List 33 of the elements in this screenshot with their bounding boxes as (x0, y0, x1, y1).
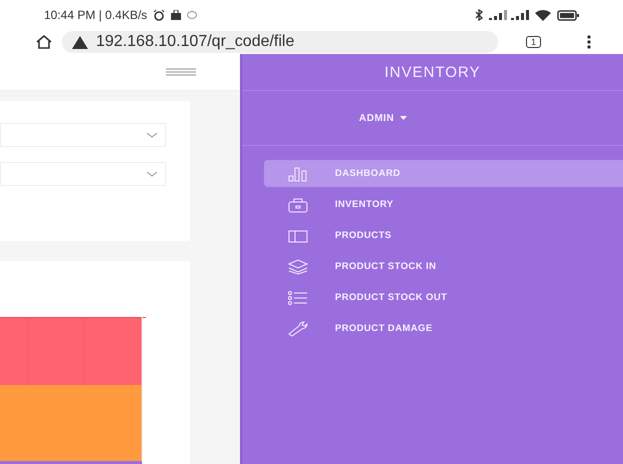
wrench-icon (287, 320, 309, 336)
layers-icon (287, 258, 309, 274)
box-icon (287, 228, 309, 244)
chevron-icon (147, 132, 157, 138)
address-bar[interactable]: 192.168.10.107/qr_code/file (62, 31, 498, 53)
list-icon (287, 290, 309, 306)
caret-icon (400, 116, 408, 120)
warning-icon (72, 36, 88, 48)
battery-icon (557, 10, 579, 20)
bag-icon (171, 10, 182, 20)
tab-count-button[interactable]: 1 (526, 36, 541, 48)
menu-item[interactable]: DASHBOARD (264, 160, 623, 187)
status-time: 10:44 PM | 0.4KB/s (44, 8, 148, 22)
sidebar-title: INVENTORY (242, 54, 623, 91)
more-icon[interactable] (587, 35, 591, 49)
notification-icon (187, 11, 198, 19)
alarm-icon (153, 9, 166, 21)
bluetooth-icon (475, 9, 483, 21)
home-icon[interactable] (36, 35, 52, 49)
select-field[interactable] (0, 162, 166, 186)
chevron-icon (147, 172, 157, 176)
menu-item[interactable]: PRODUCT STOCK IN (264, 253, 623, 280)
bar-chart-icon (287, 166, 309, 182)
menu-icon[interactable] (166, 68, 196, 76)
menu-item[interactable]: PRODUCT DAMAGE (264, 315, 623, 342)
user-menu[interactable]: ADMIN (359, 112, 408, 124)
select-field[interactable] (0, 123, 166, 147)
wifi-icon (535, 10, 551, 20)
signal-icon (489, 10, 529, 20)
briefcase-icon (287, 196, 309, 212)
menu-item[interactable]: PRODUCT STOCK OUT (264, 284, 623, 311)
menu-item[interactable]: INVENTORY (264, 191, 623, 218)
menu-item[interactable]: PRODUCTS (264, 222, 623, 249)
